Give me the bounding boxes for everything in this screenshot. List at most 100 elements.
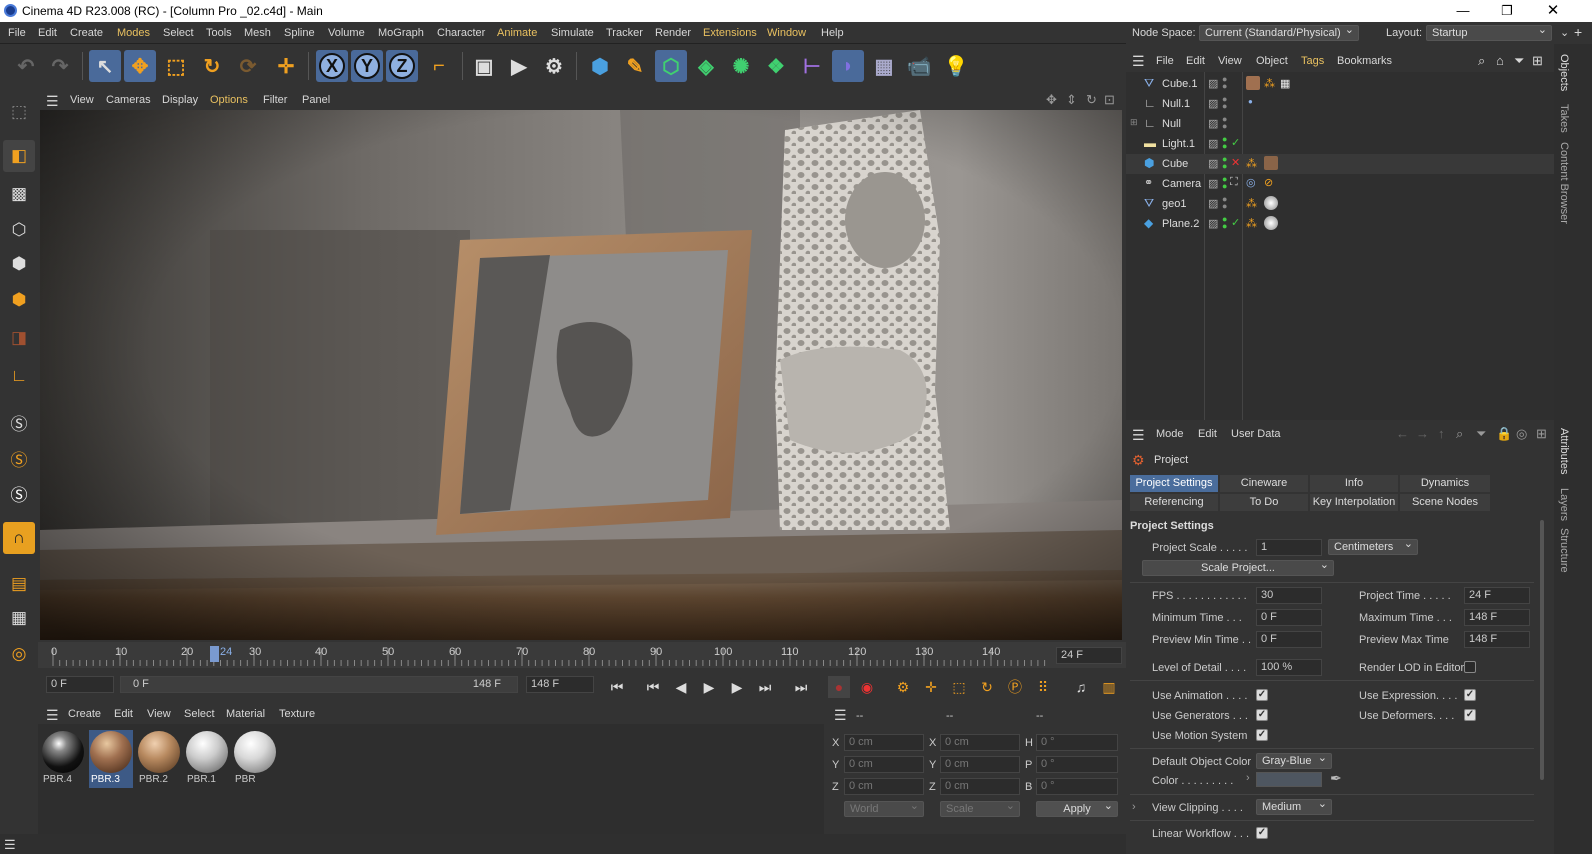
object-row-cube[interactable]: ⬢ Cube ▨ ● ● ✕ ⁂	[1126, 154, 1554, 174]
enabled-check-icon[interactable]: ✓	[1231, 216, 1240, 229]
keyframe-selection-icon[interactable]: ⚙	[892, 676, 914, 698]
material-tag-icon[interactable]	[1264, 216, 1278, 230]
object-home-icon[interactable]: ⌂	[1496, 53, 1504, 68]
side-tab-layers[interactable]: Layers	[1558, 488, 1570, 521]
attr-up-icon[interactable]: ↑	[1438, 426, 1445, 441]
render-settings-icon[interactable]: ⚙	[538, 50, 570, 82]
play-icon[interactable]: ▶	[698, 676, 720, 698]
camera-icon[interactable]: 📹	[903, 50, 935, 82]
menu-mesh[interactable]: Mesh	[244, 27, 271, 39]
attr-hamburger-icon[interactable]: ☰	[1132, 427, 1145, 444]
layout-select[interactable]: Startup	[1426, 25, 1552, 41]
object-menu-edit[interactable]: Edit	[1186, 55, 1205, 67]
record-pla-icon[interactable]: ⠿	[1032, 676, 1054, 698]
use-deformers-checkbox[interactable]: ✓	[1464, 709, 1476, 721]
display-tag-icon[interactable]: ●	[1248, 97, 1253, 106]
object-row-geo1[interactable]: ⛛ geo1 ▨ ● ● ⁂	[1126, 194, 1554, 214]
coordinate-system-icon[interactable]: ⌐	[423, 50, 455, 82]
object-row-cube-1[interactable]: ⛛ Cube.1 ▨ ● ● ⁂ ▦	[1126, 74, 1554, 94]
preview-min-field[interactable]: 0 F	[1256, 631, 1322, 648]
material-tag-icon[interactable]	[1246, 76, 1260, 90]
rot-p-field[interactable]: 0 °	[1036, 756, 1118, 773]
viewport-layout-icon[interactable]: ⊡	[1104, 92, 1115, 108]
object-menu-view[interactable]: View	[1218, 55, 1242, 67]
menu-tools[interactable]: Tools	[206, 27, 232, 39]
use-motion-checkbox[interactable]: ✓	[1256, 729, 1268, 741]
attr-scrollbar[interactable]	[1540, 520, 1544, 780]
material-menu-texture[interactable]: Texture	[279, 708, 315, 720]
recent-tools-icon[interactable]: ⟳	[232, 50, 264, 82]
fps-field[interactable]: 30	[1256, 587, 1322, 604]
side-tab-attributes[interactable]: Attributes	[1558, 428, 1570, 474]
close-button[interactable]: ✕	[1530, 0, 1576, 22]
playhead-marker[interactable]	[210, 646, 219, 662]
workplane-icon[interactable]: ▤	[3, 568, 35, 600]
attr-back-icon[interactable]: ←	[1396, 426, 1409, 441]
menu-tracker[interactable]: Tracker	[606, 27, 643, 39]
solo-hierarchy-icon[interactable]: Ⓢ	[3, 477, 35, 509]
menu-animate[interactable]: Animate	[497, 27, 537, 39]
goto-start-icon[interactable]: ⏮	[606, 676, 628, 698]
linear-workflow-checkbox[interactable]: ✓	[1256, 827, 1268, 839]
coord-space-select[interactable]: World	[844, 801, 924, 817]
menu-window[interactable]: Window	[767, 27, 806, 39]
menu-help[interactable]: Help	[821, 27, 844, 39]
project-scale-unit-select[interactable]: Centimeters	[1328, 539, 1418, 555]
visibility-dots-icon[interactable]: ● ●	[1222, 215, 1227, 231]
phong-tag-icon[interactable]: ⁂	[1246, 157, 1257, 170]
floor-icon[interactable]: ▦	[868, 50, 900, 82]
menu-create[interactable]: Create	[70, 27, 103, 39]
menu-file[interactable]: File	[8, 27, 26, 39]
phong-tag-icon[interactable]: ⁂	[1246, 197, 1257, 210]
project-scale-field[interactable]: 1	[1256, 539, 1322, 556]
pos-y-field[interactable]: 0 cm	[844, 756, 924, 773]
attr-menu-edit[interactable]: Edit	[1198, 428, 1217, 440]
preview-max-field[interactable]: 148 F	[1464, 631, 1530, 648]
pos-z-field[interactable]: 0 cm	[844, 778, 924, 795]
object-row-light-1[interactable]: ▬ Light.1 ▨ ● ● ✓	[1126, 134, 1554, 154]
disabled-x-icon[interactable]: ✕	[1231, 156, 1240, 169]
move-tool-icon[interactable]: ✥	[124, 50, 156, 82]
material-tag-icon[interactable]	[1264, 196, 1278, 210]
pen-spline-icon[interactable]: ✎	[619, 50, 651, 82]
cloner-icon[interactable]: ✺	[725, 50, 757, 82]
visibility-dots-icon[interactable]: ● ●	[1222, 135, 1227, 151]
solo-selection-icon[interactable]: Ⓢ	[3, 442, 35, 474]
color-swatch[interactable]	[1256, 772, 1322, 787]
prev-frame-icon[interactable]: ◀	[670, 676, 692, 698]
attr-search-icon[interactable]: ⌕	[1456, 426, 1463, 442]
field-icon[interactable]: ◗	[832, 50, 864, 82]
object-row-null-1[interactable]: ∟ Null.1 ▨ ● ● ●	[1126, 94, 1554, 114]
viewport-menu-filter[interactable]: Filter	[263, 94, 287, 106]
render-lod-checkbox[interactable]	[1464, 661, 1476, 673]
default-color-select[interactable]: Gray-Blue	[1256, 753, 1332, 769]
attr-lock-icon[interactable]: 🔒	[1496, 426, 1512, 442]
timeline-window-icon[interactable]: ▥	[1098, 676, 1120, 698]
material-menu-material[interactable]: Material	[226, 708, 265, 720]
material-menu-edit[interactable]: Edit	[114, 708, 133, 720]
object-menu-tags[interactable]: Tags	[1301, 55, 1324, 67]
object-hamburger-icon[interactable]: ☰	[1132, 53, 1145, 70]
rotate-tool-icon[interactable]: ↻	[196, 50, 228, 82]
end-frame-field[interactable]: 148 F	[526, 676, 594, 693]
project-time-field[interactable]: 24 F	[1464, 587, 1530, 604]
tab-referencing[interactable]: Referencing	[1130, 494, 1218, 511]
tab-cineware[interactable]: Cineware	[1220, 475, 1308, 492]
menu-edit[interactable]: Edit	[38, 27, 57, 39]
current-frame-field[interactable]: 24 F	[1056, 647, 1122, 664]
tab-to-do[interactable]: To Do	[1220, 494, 1308, 511]
subdivision-generator-icon[interactable]: ⬡	[655, 50, 687, 82]
tab-info[interactable]: Info	[1310, 475, 1398, 492]
object-menu-object[interactable]: Object	[1256, 55, 1288, 67]
menu-character[interactable]: Character	[437, 27, 485, 39]
object-menu-bookmarks[interactable]: Bookmarks	[1337, 55, 1392, 67]
attr-forward-icon[interactable]: →	[1416, 426, 1429, 441]
menu-select[interactable]: Select	[163, 27, 194, 39]
redo-icon[interactable]: ↷	[44, 50, 76, 82]
phong-tag-icon[interactable]: ⁂	[1264, 77, 1275, 90]
3d-viewport-render[interactable]	[40, 110, 1122, 640]
axis-mode-icon[interactable]: ∟	[3, 360, 35, 392]
locked-workplane-icon[interactable]: ▦	[3, 602, 35, 634]
menu-render[interactable]: Render	[655, 27, 691, 39]
viewport-pan-icon[interactable]: ✥	[1046, 92, 1057, 108]
